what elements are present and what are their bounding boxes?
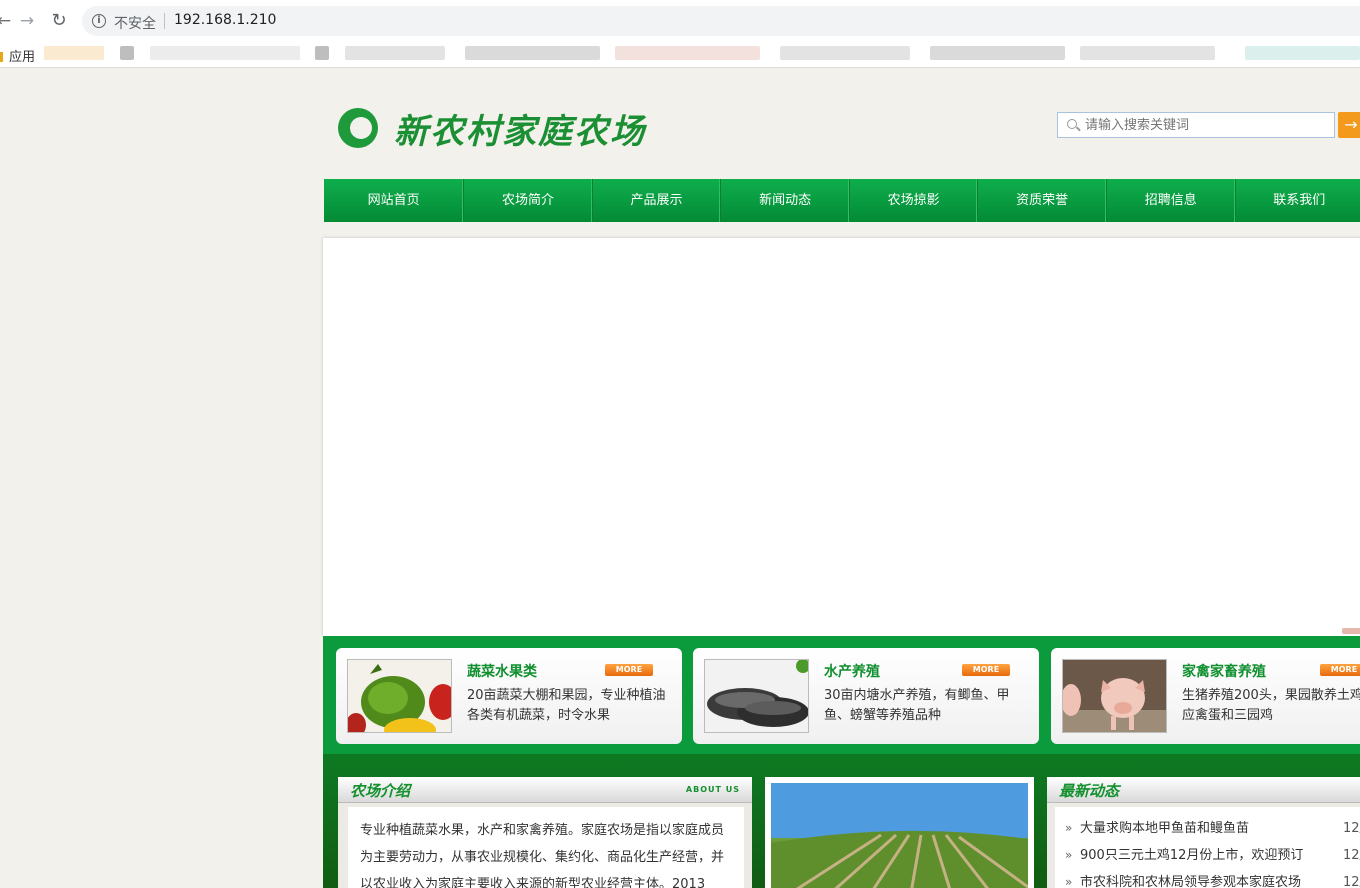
news-item[interactable]: » 市农科院和农林局领导参观本家庭农场 12/ bbox=[1055, 869, 1360, 888]
info-icon[interactable]: i bbox=[92, 14, 106, 28]
news-item-date: 12/ bbox=[1343, 821, 1360, 836]
category-description: 30亩内塘水产养殖，有鲫鱼、甲鱼、螃蟹等养殖品种 bbox=[824, 688, 1010, 723]
category-description: 生猪养殖200头，果园散养土鸡供应禽蛋和三园鸡 bbox=[1182, 688, 1360, 723]
arrow-right-icon: → bbox=[1344, 115, 1358, 134]
site-logo[interactable]: 新农村家庭农场 bbox=[338, 104, 648, 152]
nav-item-contact[interactable]: 联系我们 bbox=[1236, 179, 1360, 222]
news-item-date: 12/ bbox=[1343, 875, 1360, 888]
news-item-text[interactable]: 900只三元土鸡12月份上市，欢迎预订 bbox=[1080, 848, 1303, 863]
vegetables-image[interactable] bbox=[347, 659, 452, 733]
browser-toolbar: ← → ↻ i 不安全 192.168.1.210 bbox=[0, 0, 1360, 42]
about-title: 农场介绍 bbox=[350, 782, 411, 800]
logo-text: 新农村家庭农场 bbox=[394, 112, 646, 152]
about-header: 农场介绍 ABOUT US bbox=[338, 777, 752, 803]
category-strip: 蔬菜水果类 MORE 20亩蔬菜大棚和果园，专业种植油各类有机蔬菜，时令水果 水… bbox=[323, 636, 1360, 754]
about-title-en[interactable]: ABOUT US bbox=[686, 785, 740, 794]
news-item-text[interactable]: 市农科院和农林局领导参观本家庭农场 bbox=[1080, 875, 1301, 888]
chevron-right-icon: » bbox=[1065, 821, 1073, 835]
address-bar[interactable]: i 不安全 192.168.1.210 bbox=[82, 6, 1360, 36]
nav-item-honors[interactable]: 资质荣誉 bbox=[978, 179, 1107, 222]
news-item[interactable]: » 大量求购本地甲鱼苗和鳗鱼苗 12/ bbox=[1055, 815, 1360, 842]
fish-image[interactable] bbox=[704, 659, 809, 733]
category-description: 20亩蔬菜大棚和果园，专业种植油各类有机蔬菜，时令水果 bbox=[467, 688, 666, 723]
search-box bbox=[1057, 112, 1335, 138]
bookmark-item[interactable] bbox=[465, 46, 600, 60]
pig-image[interactable] bbox=[1062, 659, 1167, 733]
chevron-right-icon: » bbox=[1065, 848, 1073, 862]
category-card-livestock[interactable]: 家禽家畜养殖 MORE 生猪养殖200头，果园散养土鸡供应禽蛋和三园鸡 bbox=[1051, 648, 1360, 744]
nav-item-home[interactable]: 网站首页 bbox=[324, 179, 465, 222]
logo-mark-icon bbox=[338, 108, 378, 148]
more-button[interactable]: MORE bbox=[605, 664, 653, 676]
search-button[interactable]: → bbox=[1338, 112, 1360, 138]
nav-item-gallery[interactable]: 农场掠影 bbox=[850, 179, 979, 222]
news-list: » 大量求购本地甲鱼苗和鳗鱼苗 12/ » 900只三元土鸡12月份上市，欢迎预… bbox=[1055, 807, 1360, 888]
about-panel: 农场介绍 ABOUT US 专业种植蔬菜水果，水产和家禽养殖。家庭农场是指以家庭… bbox=[338, 777, 752, 888]
banner-slideshow[interactable] bbox=[323, 238, 1360, 636]
back-icon[interactable]: ← bbox=[0, 11, 14, 31]
bookmarks-bar: 应用 bbox=[0, 42, 1360, 68]
more-button[interactable]: MORE bbox=[962, 664, 1010, 676]
bookmark-item[interactable] bbox=[150, 46, 300, 60]
bookmark-apps[interactable]: 应用 bbox=[0, 46, 35, 65]
chevron-right-icon: » bbox=[1065, 875, 1073, 888]
category-card-vegetables[interactable]: 蔬菜水果类 MORE 20亩蔬菜大棚和果园，专业种植油各类有机蔬菜，时令水果 bbox=[336, 648, 682, 744]
bookmark-item[interactable] bbox=[120, 46, 134, 60]
farm-photo-frame bbox=[765, 777, 1034, 888]
news-panel: 最新动态 » 大量求购本地甲鱼苗和鳗鱼苗 12/ » 900只三元土鸡12月份上… bbox=[1047, 777, 1360, 888]
news-title: 最新动态 bbox=[1059, 782, 1120, 800]
search-icon bbox=[1067, 119, 1077, 129]
farm-field-photo[interactable] bbox=[771, 783, 1028, 888]
bookmark-apps-label: 应用 bbox=[9, 50, 36, 65]
forward-icon[interactable]: → bbox=[17, 11, 37, 31]
bookmark-item[interactable] bbox=[615, 46, 760, 60]
search-input[interactable] bbox=[1085, 116, 1325, 134]
nav-item-products[interactable]: 产品展示 bbox=[593, 179, 722, 222]
lower-section: 农场介绍 ABOUT US 专业种植蔬菜水果，水产和家禽养殖。家庭农场是指以家庭… bbox=[323, 754, 1360, 888]
nav-item-about[interactable]: 农场简介 bbox=[464, 179, 593, 222]
security-label: 不安全 bbox=[114, 16, 156, 32]
news-header: 最新动态 bbox=[1047, 777, 1360, 803]
nav-item-news[interactable]: 新闻动态 bbox=[721, 179, 850, 222]
bookmark-item[interactable] bbox=[780, 46, 910, 60]
more-button[interactable]: MORE bbox=[1320, 664, 1360, 676]
reload-icon[interactable]: ↻ bbox=[49, 11, 69, 31]
category-title[interactable]: 水产养殖 bbox=[824, 661, 880, 681]
nav-item-jobs[interactable]: 招聘信息 bbox=[1107, 179, 1236, 222]
main-nav: 网站首页 农场简介 产品展示 新闻动态 农场掠影 资质荣誉 招聘信息 联系我们 bbox=[324, 179, 1360, 222]
bookmark-item[interactable] bbox=[345, 46, 445, 60]
bookmark-item[interactable] bbox=[930, 46, 1065, 60]
news-item[interactable]: » 900只三元土鸡12月份上市，欢迎预订 12/ bbox=[1055, 842, 1360, 869]
news-item-date: 12/ bbox=[1343, 848, 1360, 863]
bookmark-item[interactable] bbox=[1080, 46, 1215, 60]
banner-indicator[interactable] bbox=[1342, 628, 1360, 634]
category-title[interactable]: 蔬菜水果类 bbox=[467, 661, 537, 681]
category-title[interactable]: 家禽家畜养殖 bbox=[1182, 661, 1266, 681]
url-text[interactable]: 192.168.1.210 bbox=[174, 12, 276, 28]
omnibox-separator bbox=[164, 13, 165, 29]
bookmark-item[interactable] bbox=[44, 46, 104, 60]
news-item-text[interactable]: 大量求购本地甲鱼苗和鳗鱼苗 bbox=[1080, 821, 1249, 836]
about-text: 专业种植蔬菜水果，水产和家禽养殖。家庭农场是指以家庭成员为主要劳动力，从事农业规… bbox=[348, 807, 744, 888]
bookmark-item[interactable] bbox=[315, 46, 329, 60]
category-card-aquaculture[interactable]: 水产养殖 MORE 30亩内塘水产养殖，有鲫鱼、甲鱼、螃蟹等养殖品种 bbox=[693, 648, 1039, 744]
bookmark-item[interactable] bbox=[1245, 46, 1360, 60]
apps-icon bbox=[0, 52, 3, 62]
